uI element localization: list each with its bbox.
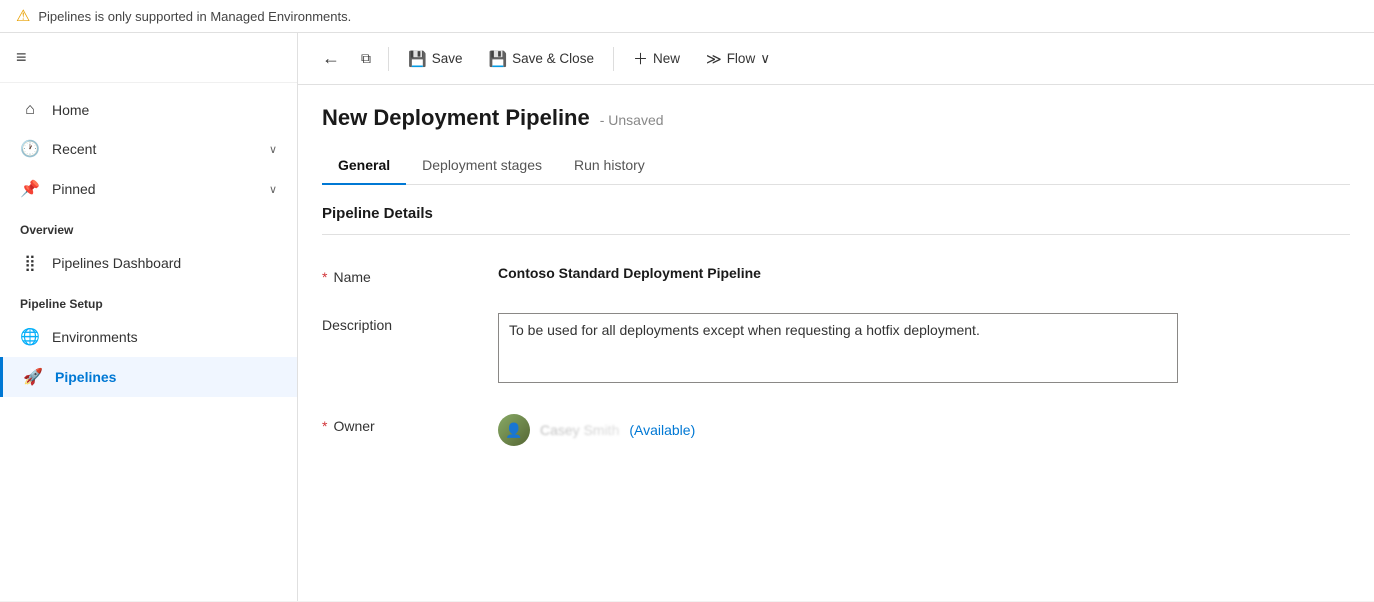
owner-name: Casey Smith [540, 422, 619, 438]
sidebar-item-home[interactable]: ⌂ Home [0, 91, 297, 129]
save-label: Save [432, 51, 463, 66]
chevron-down-icon: ∨ [269, 143, 277, 156]
globe-icon: 🌐 [20, 327, 40, 347]
tabs: General Deployment stages Run history [322, 147, 1350, 185]
description-input[interactable]: To be used for all deployments except wh… [498, 313, 1178, 383]
plus-icon: ＋ [633, 48, 648, 69]
dashboard-icon: ⣿ [20, 253, 40, 273]
name-label: *Name [322, 265, 482, 285]
section-pipeline-setup-header: Pipeline Setup [0, 283, 297, 317]
home-icon: ⌂ [20, 101, 40, 119]
avatar: 👤 [498, 414, 530, 446]
flow-label: Flow [727, 51, 756, 66]
description-field-row: Description To be used for all deploymen… [322, 299, 1350, 400]
required-indicator-owner: * [322, 418, 327, 434]
section-overview-header: Overview [0, 209, 297, 243]
new-button[interactable]: ＋ New [622, 41, 691, 76]
form-section-title: Pipeline Details [322, 205, 1350, 235]
toolbar-separator [388, 47, 389, 71]
save-close-icon: 💾 [488, 50, 507, 68]
tab-deployment-stages[interactable]: Deployment stages [406, 147, 558, 185]
sidebar-item-label: Home [52, 102, 89, 118]
owner-label: *Owner [322, 414, 482, 434]
tab-general[interactable]: General [322, 147, 406, 185]
name-field-row: *Name Contoso Standard Deployment Pipeli… [322, 251, 1350, 299]
save-button[interactable]: 💾 Save [397, 43, 473, 75]
sidebar-item-environments[interactable]: 🌐 Environments [0, 317, 297, 357]
flow-chevron-icon: ∨ [760, 51, 770, 67]
toolbar: ← ⧉ 💾 Save 💾 Save & Close ＋ New ≫ Flow ∨ [298, 33, 1374, 85]
sidebar-item-label: Recent [52, 141, 96, 157]
expand-button[interactable]: ⧉ [352, 45, 380, 72]
rocket-icon: 🚀 [23, 367, 43, 387]
tab-run-history[interactable]: Run history [558, 147, 661, 185]
sidebar-item-label: Pipelines Dashboard [52, 255, 181, 271]
warning-icon: ⚠ [16, 6, 30, 26]
top-banner: ⚠ Pipelines is only supported in Managed… [0, 0, 1374, 33]
toolbar-separator-2 [613, 47, 614, 71]
owner-field-row: *Owner 👤 Casey Smith (Available) [322, 400, 1350, 460]
sidebar-item-label: Pinned [52, 181, 96, 197]
sidebar: ≡ ⌂ Home 🕐 Recent ∨ 📌 Pinned ∨ Overview … [0, 33, 298, 601]
page-title: New Deployment Pipeline [322, 105, 590, 131]
sidebar-item-pinned[interactable]: 📌 Pinned ∨ [0, 169, 297, 209]
sidebar-item-pipelines-dashboard[interactable]: ⣿ Pipelines Dashboard [0, 243, 297, 283]
flow-icon: ≫ [706, 50, 722, 68]
sidebar-item-pipelines[interactable]: 🚀 Pipelines [0, 357, 297, 397]
main-content: ← ⧉ 💾 Save 💾 Save & Close ＋ New ≫ Flow ∨ [298, 33, 1374, 601]
back-button[interactable]: ← [314, 44, 348, 73]
sidebar-item-label: Pipelines [55, 369, 116, 385]
banner-text: Pipelines is only supported in Managed E… [38, 9, 351, 24]
sidebar-nav: ⌂ Home 🕐 Recent ∨ 📌 Pinned ∨ Overview ⣿ … [0, 83, 297, 601]
sidebar-item-label: Environments [52, 329, 138, 345]
page-subtitle: - Unsaved [600, 112, 664, 128]
pin-icon: 📌 [20, 179, 40, 199]
required-indicator: * [322, 269, 327, 285]
sidebar-header: ≡ [0, 33, 297, 83]
hamburger-menu[interactable]: ≡ [16, 47, 27, 67]
description-textarea-wrapper: To be used for all deployments except wh… [498, 313, 1350, 386]
chevron-down-icon: ∨ [269, 183, 277, 196]
new-label: New [653, 51, 680, 66]
save-close-label: Save & Close [512, 51, 594, 66]
owner-value: 👤 Casey Smith (Available) [498, 414, 695, 446]
owner-status: (Available) [629, 422, 695, 438]
recent-icon: 🕐 [20, 139, 40, 159]
save-close-button[interactable]: 💾 Save & Close [477, 43, 604, 75]
page-title-row: New Deployment Pipeline - Unsaved [322, 105, 1350, 131]
sidebar-item-recent[interactable]: 🕐 Recent ∨ [0, 129, 297, 169]
save-icon: 💾 [408, 50, 427, 68]
page-content: New Deployment Pipeline - Unsaved Genera… [298, 85, 1374, 601]
flow-button[interactable]: ≫ Flow ∨ [695, 43, 781, 75]
name-value: Contoso Standard Deployment Pipeline [498, 265, 1350, 281]
description-label: Description [322, 313, 482, 333]
form-section: Pipeline Details *Name Contoso Standard … [322, 185, 1350, 480]
